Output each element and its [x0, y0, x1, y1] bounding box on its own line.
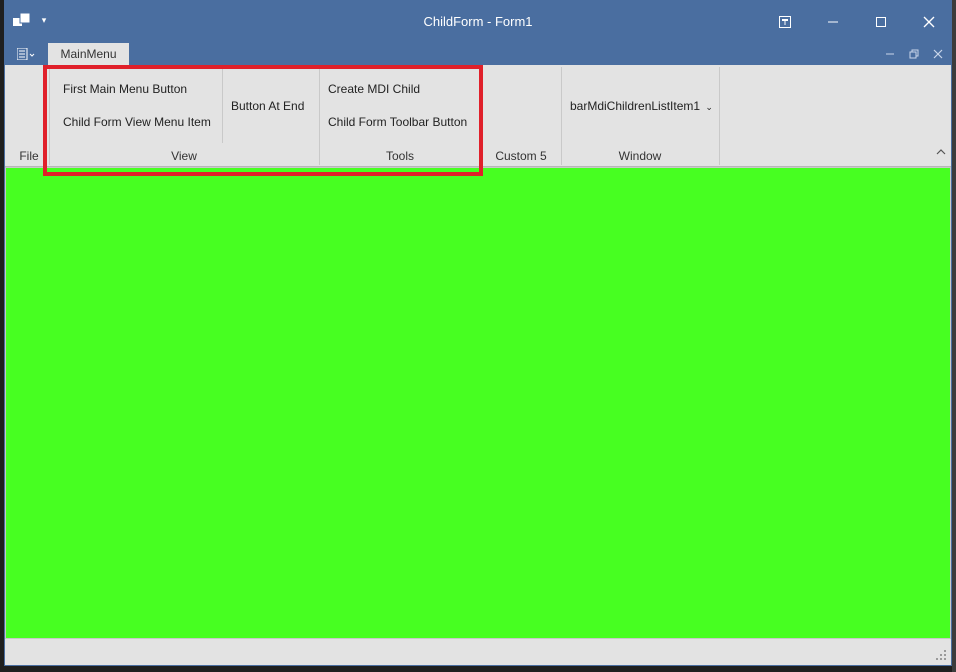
mdi-minimize-icon[interactable]: [882, 46, 898, 62]
file-group-label[interactable]: File: [13, 149, 45, 163]
first-main-menu-button[interactable]: First Main Menu Button: [63, 82, 187, 96]
group-separator: [222, 67, 223, 143]
create-mdi-child-button[interactable]: Create MDI Child: [328, 82, 420, 96]
tab-mainmenu[interactable]: MainMenu: [48, 43, 129, 65]
window-group-label: Window: [618, 149, 662, 163]
mdi-restore-icon[interactable]: [906, 46, 922, 62]
background-area: [952, 0, 956, 672]
restore-icon[interactable]: [761, 1, 809, 43]
ribbon: File First Main Menu Button Child Form V…: [5, 65, 951, 167]
main-window: ▾ ChildForm - Form1 MainMenu File First …: [4, 0, 952, 666]
child-form-toolbar-button[interactable]: Child Form Toolbar Button: [328, 115, 467, 129]
close-icon[interactable]: [905, 1, 951, 43]
tools-group-label: Tools: [385, 149, 414, 163]
group-separator: [719, 67, 720, 165]
chevron-up-icon[interactable]: [934, 145, 948, 159]
mdi-client-area[interactable]: [5, 167, 951, 639]
title-bar: ▾ ChildForm - Form1: [5, 1, 951, 43]
maximize-icon[interactable]: [857, 1, 905, 43]
view-group-label: View: [171, 149, 197, 163]
status-bar: [5, 639, 951, 665]
resize-grip-icon[interactable]: [935, 649, 947, 661]
minimize-icon[interactable]: [809, 1, 857, 43]
child-form-view-menu-item[interactable]: Child Form View Menu Item: [63, 115, 211, 129]
mdi-children-list-label: barMdiChildrenListItem1: [570, 99, 701, 113]
chevron-down-icon: ⌄: [705, 102, 713, 112]
menu-icon[interactable]: [13, 45, 39, 63]
custom-group-label: Custom 5: [495, 149, 547, 163]
mdi-close-icon[interactable]: [930, 46, 946, 62]
ribbon-tab-row: MainMenu: [5, 43, 951, 65]
mdi-children-list-dropdown[interactable]: barMdiChildrenListItem1 ⌄: [570, 99, 713, 113]
button-at-end[interactable]: Button At End: [231, 99, 304, 113]
